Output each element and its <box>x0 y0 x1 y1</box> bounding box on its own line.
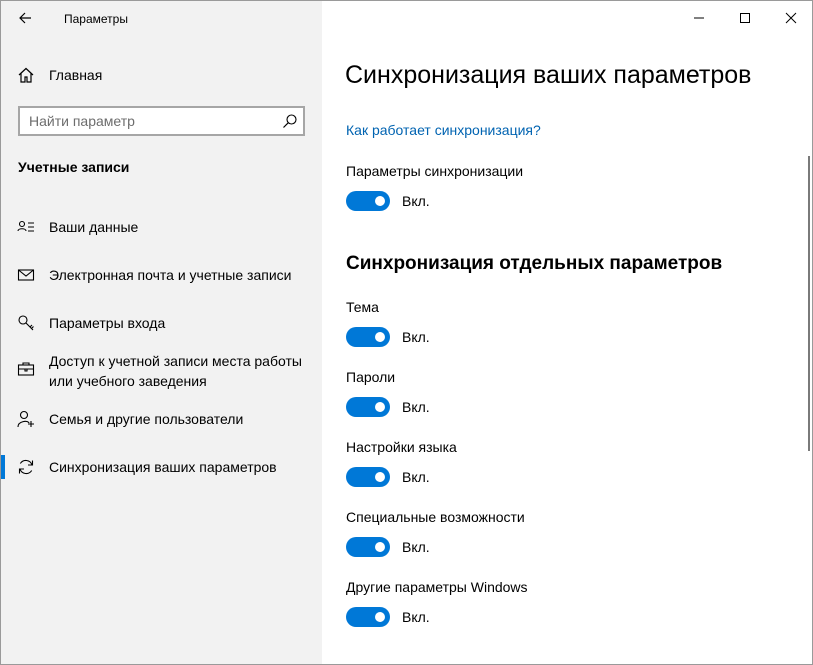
maximize-icon <box>740 13 750 23</box>
setting-label-other-windows: Другие параметры Windows <box>346 579 528 595</box>
sidebar: Параметры Главная Учетные записи <box>1 1 322 664</box>
toggle-state: Вкл. <box>402 193 430 209</box>
person-card-icon <box>17 220 34 232</box>
sidebar-item-label: Электронная почта и учетные записи <box>49 267 292 283</box>
sidebar-item-label: Параметры входа <box>49 315 166 331</box>
sidebar-item-label: Доступ к учетной записи места работы или… <box>49 353 302 389</box>
sidebar-item-family[interactable]: Семья и другие пользователи <box>1 403 322 447</box>
title-bar: Параметры <box>1 1 322 37</box>
toggle-row-other-windows: Вкл. <box>346 607 430 627</box>
sidebar-item-label: Главная <box>49 67 103 83</box>
maximize-button[interactable] <box>722 1 768 35</box>
toggle-state: Вкл. <box>402 399 430 415</box>
home-icon <box>18 67 34 83</box>
setting-label-language: Настройки языка <box>346 439 457 455</box>
toggle-knob <box>375 472 385 482</box>
toggle-row-accessibility: Вкл. <box>346 537 430 557</box>
toggle-knob <box>375 196 385 206</box>
toggle-state: Вкл. <box>402 609 430 625</box>
minimize-button[interactable] <box>676 1 722 35</box>
sync-settings-toggle[interactable] <box>346 191 390 211</box>
minimize-icon <box>694 17 704 19</box>
toggle-state: Вкл. <box>402 329 430 345</box>
setting-label-theme: Тема <box>346 299 379 315</box>
arrow-left-icon <box>19 12 31 24</box>
language-toggle[interactable] <box>346 467 390 487</box>
briefcase-icon <box>17 362 35 376</box>
close-icon <box>785 12 797 24</box>
toggle-row-theme: Вкл. <box>346 327 430 347</box>
individual-settings-header: Синхронизация отдельных параметров <box>346 253 723 274</box>
setting-label-passwords: Пароли <box>346 369 396 385</box>
setting-label-accessibility: Специальные возможности <box>346 509 525 525</box>
toggle-row-passwords: Вкл. <box>346 397 430 417</box>
sidebar-item-label: Семья и другие пользователи <box>49 411 244 427</box>
mail-icon <box>17 269 35 281</box>
close-button[interactable] <box>768 1 812 35</box>
setting-label-sync-settings: Параметры синхронизации <box>346 163 524 179</box>
toggle-state: Вкл. <box>402 539 430 555</box>
scrollbar[interactable] <box>808 156 810 451</box>
search-input[interactable] <box>29 113 279 129</box>
search-box[interactable] <box>18 106 305 136</box>
sidebar-item-label: Ваши данные <box>49 219 139 235</box>
toggle-knob <box>375 402 385 412</box>
accessibility-toggle[interactable] <box>346 537 390 557</box>
passwords-toggle[interactable] <box>346 397 390 417</box>
window-controls <box>676 1 812 37</box>
sync-help-link[interactable]: Как работает синхронизация? <box>346 122 541 138</box>
section-header: Учетные записи <box>18 159 130 175</box>
search-icon[interactable] <box>282 113 298 129</box>
key-icon <box>18 315 34 331</box>
sidebar-item-sync[interactable]: Синхронизация ваших параметров <box>1 451 322 495</box>
sidebar-item-home[interactable]: Главная <box>1 57 322 93</box>
app-title: Параметры <box>64 12 128 26</box>
sidebar-item-work-access[interactable]: Доступ к учетной записи места работы или… <box>1 349 322 405</box>
toggle-state: Вкл. <box>402 469 430 485</box>
page-title: Синхронизация ваших параметров <box>345 61 752 89</box>
selection-indicator <box>1 455 5 479</box>
toggle-row-sync-settings: Вкл. <box>346 191 430 211</box>
toggle-knob <box>375 332 385 342</box>
sidebar-item-email-accounts[interactable]: Электронная почта и учетные записи <box>1 259 322 303</box>
settings-window: Параметры Главная Учетные записи <box>0 0 813 665</box>
main-content: Синхронизация ваших параметров Как работ… <box>322 1 812 664</box>
other-windows-toggle[interactable] <box>346 607 390 627</box>
sidebar-item-label: Синхронизация ваших параметров <box>49 459 277 475</box>
person-add-icon <box>17 410 34 428</box>
toggle-knob <box>375 612 385 622</box>
theme-toggle[interactable] <box>346 327 390 347</box>
toggle-knob <box>375 542 385 552</box>
back-button[interactable] <box>9 4 41 32</box>
toggle-row-language: Вкл. <box>346 467 430 487</box>
sidebar-item-your-info[interactable]: Ваши данные <box>1 211 322 255</box>
sidebar-item-sign-in-options[interactable]: Параметры входа <box>1 307 322 351</box>
sync-icon <box>18 459 34 475</box>
